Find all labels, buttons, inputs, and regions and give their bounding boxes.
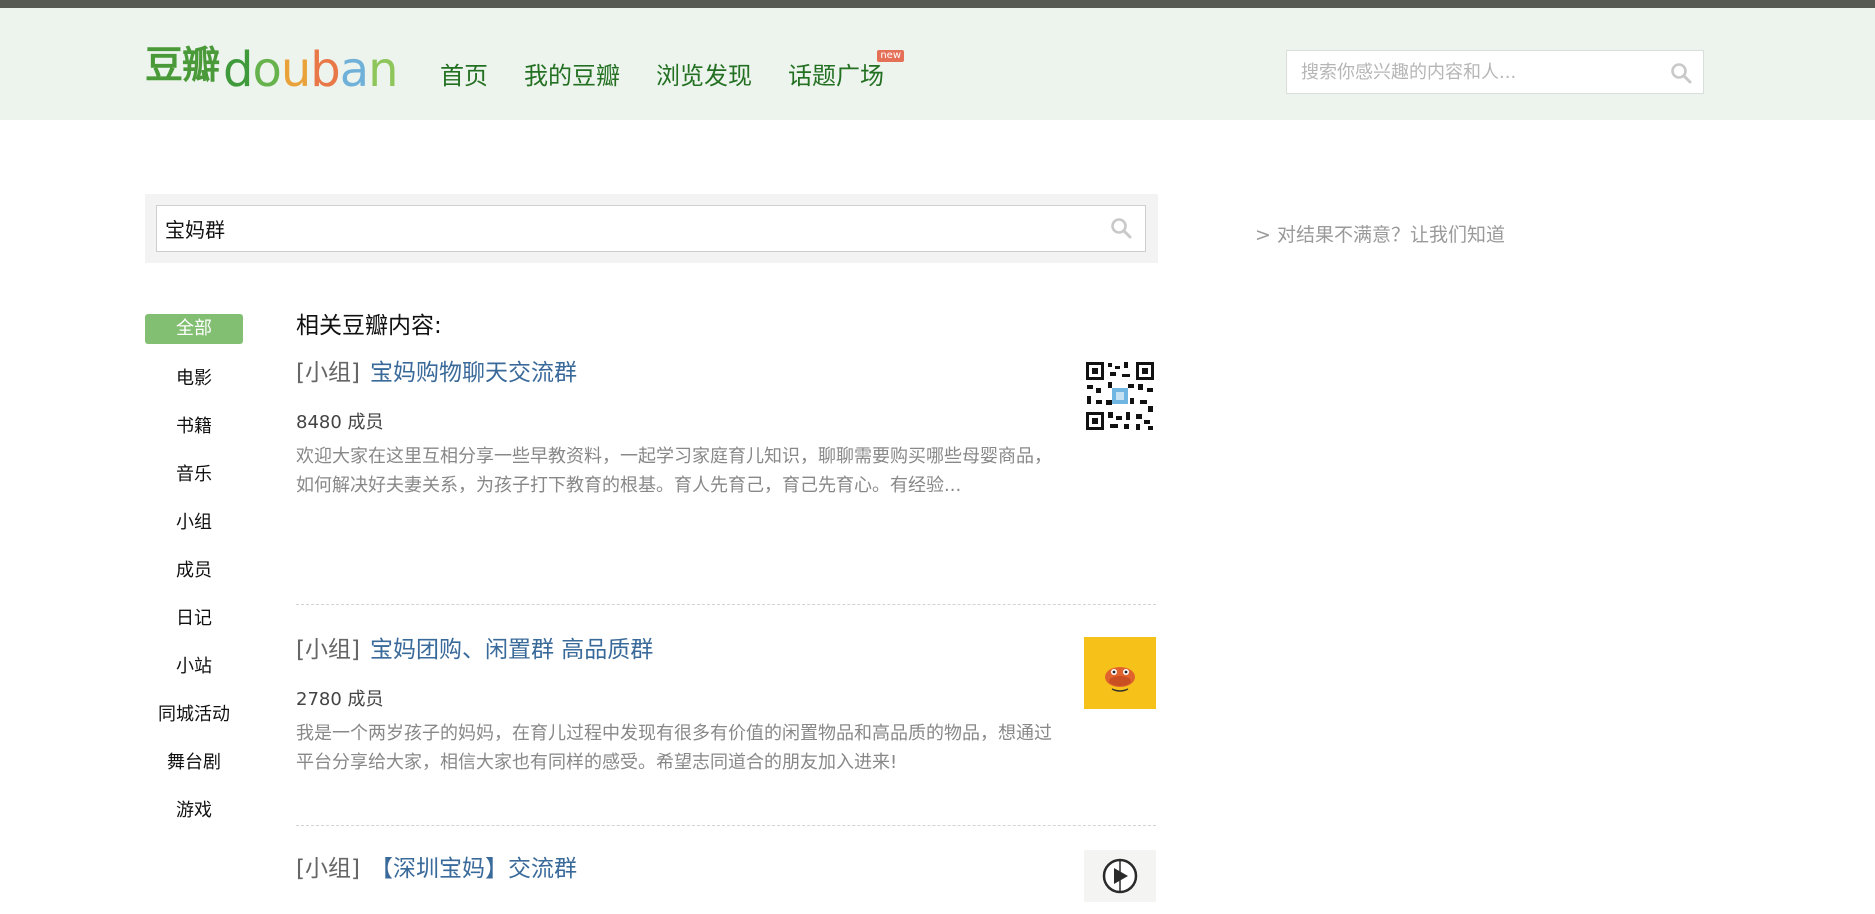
result-member-count: 2780 成员 <box>296 689 384 710</box>
search-icon[interactable] <box>1669 61 1693 85</box>
search-results: 相关豆瓣内容: [小组] 宝妈购物聊天交流群 8480 成员 欢迎大家在这里互相分… <box>296 306 1156 914</box>
sidebar-item-drama[interactable]: 舞台剧 <box>145 737 243 785</box>
sidebar-item-movies[interactable]: 电影 <box>145 353 243 401</box>
sidebar-item-label: 同城活动 <box>158 704 230 725</box>
logo-chinese: 豆瓣 <box>145 43 220 87</box>
new-badge: new <box>877 50 904 62</box>
result-category: [小组] <box>296 360 360 386</box>
sidebar-item-label: 舞台剧 <box>167 752 221 773</box>
feedback-link[interactable]: > 对结果不满意？让我们知道 <box>1255 220 1505 247</box>
result-title-row: [小组] 宝妈购物聊天交流群 <box>296 358 1156 388</box>
result-title-link[interactable]: 【深圳宝妈】交流群 <box>370 856 577 882</box>
sidebar-item-label: 音乐 <box>176 464 212 485</box>
douban-logo[interactable]: 豆瓣 douban <box>145 38 399 98</box>
main-search-input[interactable] <box>157 206 1105 251</box>
result-description: 我是一个两岁孩子的妈妈，在育儿过程中发现有很多有价值的闲置物品和高品质的物品，想… <box>296 723 1052 773</box>
logo-letter: n <box>368 42 398 98</box>
sidebar-item-sites[interactable]: 小站 <box>145 641 243 689</box>
logo-letter: u <box>280 42 311 98</box>
main-nav: 首页 我的豆瓣 浏览发现 话题广场 new <box>440 50 920 94</box>
header-search <box>1286 50 1704 94</box>
result-title-row: [小组] 【深圳宝妈】交流群 <box>296 854 1156 884</box>
sidebar-item-events[interactable]: 同城活动 <box>145 689 243 737</box>
search-icon[interactable] <box>1109 216 1133 240</box>
result-category: [小组] <box>296 856 360 882</box>
nav-topics[interactable]: 话题广场 new <box>788 50 904 94</box>
result-title-row: [小组] 宝妈团购、闲置群 高品质群 <box>296 635 1156 665</box>
sidebar-item-members[interactable]: 成员 <box>145 545 243 593</box>
sidebar-item-diaries[interactable]: 日记 <box>145 593 243 641</box>
main-search <box>145 194 1158 263</box>
nav-explore[interactable]: 浏览发现 <box>656 58 752 94</box>
logo-letter: b <box>310 42 340 98</box>
nav-my-douban[interactable]: 我的豆瓣 <box>524 58 620 94</box>
emblem-thumbnail[interactable] <box>1084 850 1156 902</box>
sidebar-item-label: 成员 <box>176 560 212 581</box>
logo-letter: a <box>339 42 369 98</box>
sidebar-item-label: 小站 <box>176 656 212 677</box>
result-category: [小组] <box>296 637 360 663</box>
sidebar-item-label: 电影 <box>176 368 212 389</box>
qr-code-thumbnail[interactable] <box>1084 360 1156 432</box>
logo-letter: d <box>223 42 253 98</box>
result-item: [小组] 宝妈团购、闲置群 高品质群 2780 成员 我是一个两岁孩子的妈妈，在育… <box>296 635 1156 826</box>
sidebar-item-label: 书籍 <box>176 416 212 437</box>
sidebar-item-label: 全部 <box>145 314 243 344</box>
sidebar-item-games[interactable]: 游戏 <box>145 785 243 833</box>
result-description: 欢迎大家在这里互相分享一些早教资料，一起学习家庭育儿知识，聊聊需要购买哪些母婴商… <box>296 446 1052 496</box>
nav-topics-label: 话题广场 <box>788 62 884 90</box>
duck-thumbnail[interactable] <box>1084 637 1156 709</box>
sidebar-item-all[interactable]: 全部 <box>145 305 243 353</box>
result-member-count: 8480 成员 <box>296 412 384 433</box>
top-strip <box>0 0 1875 8</box>
sidebar-item-label: 游戏 <box>176 800 212 821</box>
header-search-input[interactable] <box>1287 51 1671 93</box>
result-title-link[interactable]: 宝妈团购、闲置群 高品质群 <box>370 637 653 663</box>
category-sidebar: 全部 电影 书籍 音乐 小组 成员 日记 小站 同城活动 舞台剧 游戏 <box>145 305 243 833</box>
sidebar-item-music[interactable]: 音乐 <box>145 449 243 497</box>
sidebar-item-label: 日记 <box>176 608 212 629</box>
logo-letter: o <box>252 42 281 98</box>
main-search-field <box>156 205 1146 252</box>
results-heading: 相关豆瓣内容: <box>296 313 442 339</box>
logo-english: douban <box>223 42 399 98</box>
sidebar-item-books[interactable]: 书籍 <box>145 401 243 449</box>
sidebar-item-groups[interactable]: 小组 <box>145 497 243 545</box>
result-item: [小组] 【深圳宝妈】交流群 <box>296 850 1156 914</box>
site-header: 豆瓣 douban 首页 我的豆瓣 浏览发现 话题广场 new <box>0 8 1875 120</box>
result-item: [小组] 宝妈购物聊天交流群 8480 成员 欢迎大家在这里互相分享一些早教资料，… <box>296 358 1156 605</box>
result-title-link[interactable]: 宝妈购物聊天交流群 <box>370 360 577 386</box>
sidebar-item-label: 小组 <box>176 512 212 533</box>
nav-home[interactable]: 首页 <box>440 58 488 94</box>
